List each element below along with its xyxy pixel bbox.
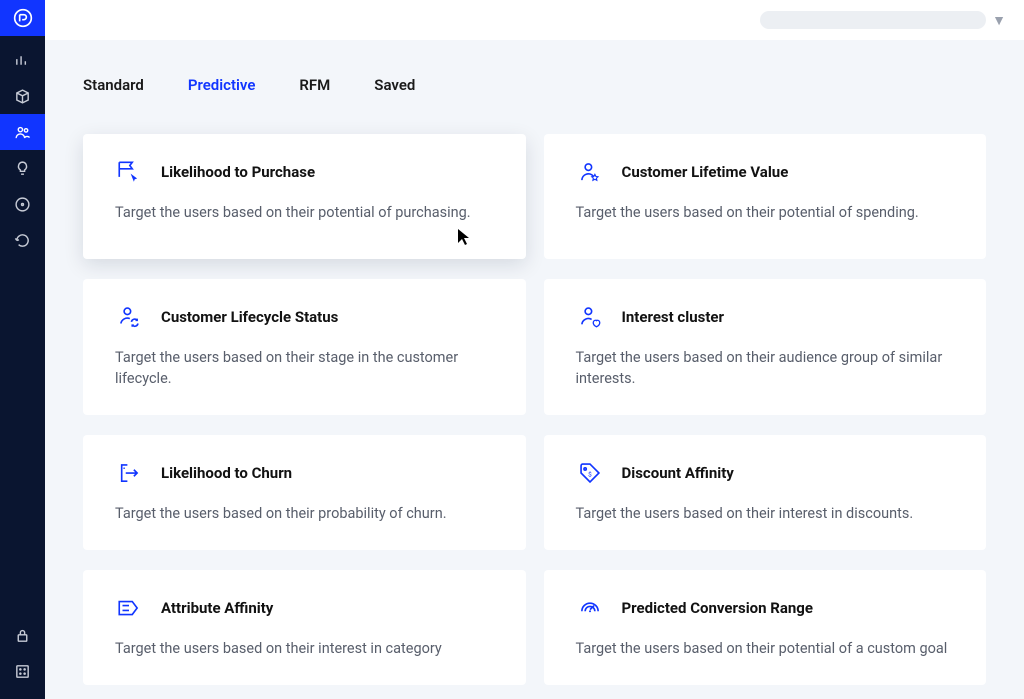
card-customer-lifetime-value[interactable]: Customer Lifetime Value Target the users… [544,134,987,259]
card-title: Customer Lifecycle Status [161,308,338,326]
card-grid: Likelihood to Purchase Target the users … [83,134,986,685]
sidebar-item-analytics[interactable] [0,42,45,78]
conversion-gauge-icon [576,594,604,622]
card-desc: Target the users based on their interest… [576,503,955,524]
user-refresh-icon [115,303,143,331]
card-title: Likelihood to Purchase [161,163,315,181]
topbar: ▼ [45,0,1024,40]
sidebar-item-target[interactable] [0,186,45,222]
price-tag-icon: $ [576,459,604,487]
card-desc: Target the users based on their potentia… [576,202,955,223]
card-desc: Target the users based on their interest… [115,638,494,659]
card-title: Customer Lifetime Value [622,163,789,181]
card-desc: Target the users based on their stage in… [115,347,494,389]
logo[interactable] [0,0,45,36]
flag-click-icon [115,158,143,186]
sidebar-nav [0,42,45,258]
attribute-tag-icon [115,594,143,622]
sidebar-item-history[interactable] [0,222,45,258]
card-likelihood-to-churn[interactable]: Likelihood to Churn Target the users bas… [83,435,526,550]
card-title: Likelihood to Churn [161,464,292,482]
user-heart-icon [576,303,604,331]
sidebar-item-people[interactable] [0,114,45,150]
svg-text:$: $ [588,470,592,478]
card-customer-lifecycle-status[interactable]: Customer Lifecycle Status Target the use… [83,279,526,415]
card-title: Discount Affinity [622,464,734,482]
card-predicted-conversion-range[interactable]: Predicted Conversion Range Target the us… [544,570,987,685]
tab-predictive[interactable]: Predictive [188,76,256,94]
sidebar [0,0,45,699]
tabs: Standard Predictive RFM Saved [83,76,986,94]
tab-saved[interactable]: Saved [374,76,415,94]
chevron-down-icon: ▼ [992,12,1006,29]
card-attribute-affinity[interactable]: Attribute Affinity Target the users base… [83,570,526,685]
content: Standard Predictive RFM Saved Likelihood… [45,40,1024,699]
sidebar-item-lock[interactable] [0,617,45,653]
tab-standard[interactable]: Standard [83,76,144,94]
user-star-icon [576,158,604,186]
card-title: Predicted Conversion Range [622,599,813,617]
dropdown-value-placeholder [760,11,986,29]
sidebar-item-module[interactable] [0,78,45,114]
card-discount-affinity[interactable]: $ Discount Affinity Target the users bas… [544,435,987,550]
sidebar-bottom [0,617,45,689]
card-likelihood-to-purchase[interactable]: Likelihood to Purchase Target the users … [83,134,526,259]
card-desc: Target the users based on their potentia… [115,202,494,223]
card-desc: Target the users based on their potentia… [576,638,955,659]
card-desc: Target the users based on their audience… [576,347,955,389]
sidebar-item-grid[interactable] [0,653,45,689]
card-desc: Target the users based on their probabil… [115,503,494,524]
card-title: Interest cluster [622,308,725,326]
sidebar-item-idea[interactable] [0,150,45,186]
card-interest-cluster[interactable]: Interest cluster Target the users based … [544,279,987,415]
tab-rfm[interactable]: RFM [299,76,330,94]
workspace-dropdown[interactable]: ▼ [760,11,1006,29]
card-title: Attribute Affinity [161,599,273,617]
churn-exit-icon [115,459,143,487]
